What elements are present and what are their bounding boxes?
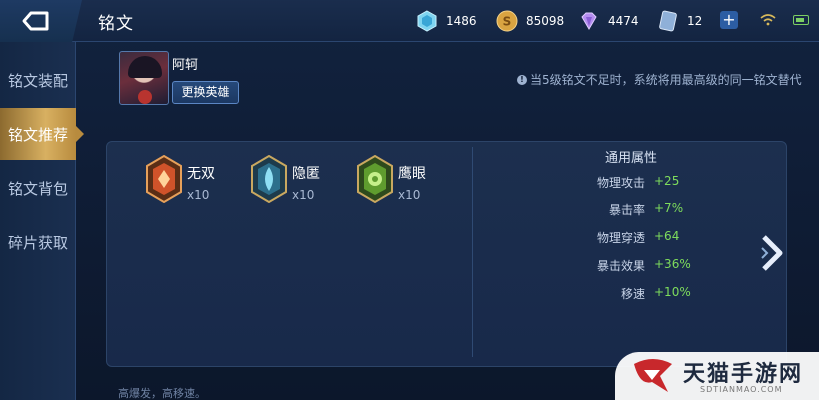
info-icon: ! (517, 74, 527, 85)
rune-name: 隐匿 (292, 166, 320, 182)
gem-counter: 4474 (578, 10, 639, 32)
sidebar-item-fragments[interactable]: 碎片获取 (0, 216, 76, 268)
attribute-row: 暴击效果 +36% (570, 257, 691, 274)
change-hero-button[interactable]: 更换英雄 (172, 81, 239, 104)
attribute-value: +10% (654, 285, 691, 299)
attribute-row: 物理穿透 +64 (570, 229, 679, 246)
attribute-value: +64 (654, 229, 680, 243)
attribute-name: 暴击效果 (596, 259, 645, 273)
page-title: 铭文 (98, 14, 134, 34)
attribute-row: 暴击率 +7% (570, 201, 683, 218)
diamond-amount: 1486 (446, 14, 477, 28)
sidebar-item-label: 铭文装配 (7, 71, 68, 90)
attribute-name: 物理穿透 (596, 231, 645, 245)
attribute-value: +25 (654, 174, 680, 188)
rune-count: x10 (292, 188, 315, 202)
back-button[interactable] (0, 0, 82, 42)
attribute-row: 移速 +10% (570, 285, 691, 302)
sidebar: 铭文装配 铭文推荐 铭文背包 碎片获取 (0, 42, 84, 400)
sidebar-item-rune-equip[interactable]: 铭文装配 (0, 54, 76, 106)
rune-item[interactable]: 隐匿 x10 (250, 155, 320, 203)
ticket-icon (659, 10, 677, 32)
sidebar-item-label: 铭文推荐 (7, 125, 68, 144)
back-arrow-icon (22, 11, 49, 31)
sidebar-item-label: 铭文背包 (7, 179, 68, 198)
gold-coin-icon: S (496, 10, 518, 32)
add-ticket-button[interactable]: + (720, 11, 738, 29)
rune-yingyan-icon (357, 155, 393, 203)
diamond-counter: 1486 (416, 10, 477, 32)
rune-notice: ! 当5级铭文不足时，系统将用最高级的同一铭文替代 (517, 71, 802, 88)
attribute-value: +7% (654, 201, 684, 215)
next-page-arrow-icon[interactable] (760, 233, 784, 273)
diamond-icon (417, 10, 437, 32)
attribute-value: +36% (654, 257, 691, 271)
sidebar-item-label: 碎片获取 (7, 233, 68, 252)
battery-icon (793, 15, 809, 25)
hero-name: 阿轲 (172, 58, 199, 73)
rune-count: x10 (398, 188, 421, 202)
rune-name: 鹰眼 (398, 166, 426, 182)
attribute-name: 物理攻击 (596, 176, 645, 190)
ticket-amount: 12 (687, 14, 703, 28)
purple-gem-icon (581, 12, 597, 30)
ticket-counter: 12 (657, 10, 702, 32)
rune-count: x10 (187, 188, 210, 202)
rune-yinni-icon (251, 155, 287, 203)
plus-icon: + (722, 10, 736, 29)
watermark-subtitle: SDTIANMAO.COM (700, 385, 783, 394)
rune-description: 高爆发，高移速。 (118, 387, 206, 400)
wifi-icon (760, 14, 776, 26)
notice-text: 当5级铭文不足时，系统将用最高级的同一铭文替代 (530, 73, 802, 87)
watermark-title: 天猫手游网 (683, 362, 804, 387)
watermark-logo-icon (634, 359, 672, 392)
rune-item[interactable]: 无双 x10 (145, 155, 215, 203)
rune-name: 无双 (187, 166, 215, 182)
top-bar: 铭文 1486 S 85098 4474 12 + (0, 0, 819, 42)
sidebar-item-rune-bag[interactable]: 铭文背包 (0, 162, 76, 214)
attribute-name: 暴击率 (608, 203, 645, 217)
hero-avatar (119, 51, 169, 105)
sidebar-item-rune-recommend[interactable]: 铭文推荐 (0, 108, 84, 160)
rune-wushuang-icon (146, 155, 182, 203)
svg-text:S: S (503, 15, 512, 29)
attribute-name: 移速 (620, 287, 645, 301)
gold-amount: 85098 (526, 14, 565, 28)
attributes-title: 通用属性 (605, 151, 658, 166)
panel-divider (472, 147, 473, 357)
gem-amount: 4474 (608, 14, 639, 28)
attribute-row: 物理攻击 +25 (570, 174, 679, 191)
gold-counter: S 85098 (496, 10, 564, 32)
rune-item[interactable]: 鹰眼 x10 (356, 155, 426, 203)
